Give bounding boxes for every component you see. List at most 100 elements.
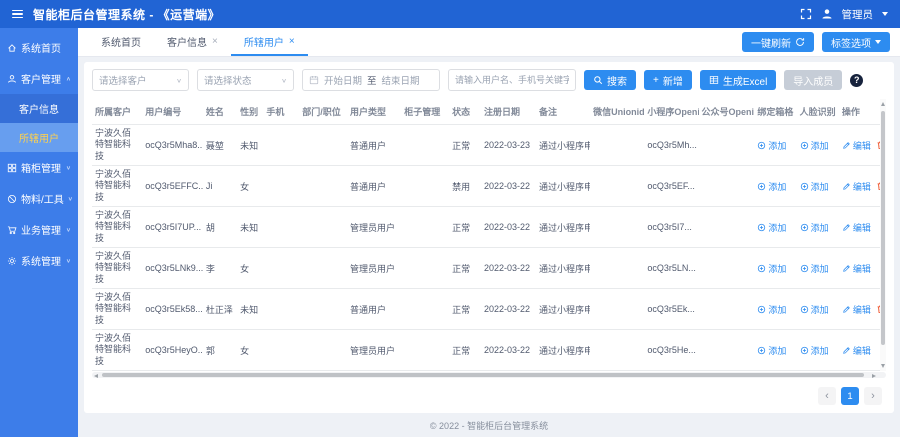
- help-icon[interactable]: ?: [850, 73, 864, 87]
- circle-plus-icon: [757, 305, 766, 314]
- cell-cabinet: [401, 247, 450, 289]
- add-face-link[interactable]: 添加: [800, 303, 829, 316]
- edit-link[interactable]: 编辑: [842, 180, 871, 193]
- column-header: 绑定箱格: [754, 99, 797, 125]
- cell-mp_openid: ocQ3r5Mh...: [644, 124, 699, 166]
- user-caret-icon[interactable]: [882, 12, 888, 16]
- add-face-link[interactable]: 添加: [800, 344, 829, 357]
- sidebar-item-business[interactable]: 业务管理 ∨: [0, 214, 78, 245]
- sidebar-subitem-managed-users[interactable]: 所辖用户: [0, 123, 78, 152]
- scroll-down-icon[interactable]: [881, 364, 885, 368]
- cell-unionid: [590, 288, 645, 330]
- refresh-button[interactable]: 一键刷新: [742, 32, 814, 52]
- cell-operations: 编辑: [838, 329, 886, 371]
- add-box-link[interactable]: 添加: [757, 344, 786, 357]
- chevron-down-icon: ∨: [65, 227, 71, 233]
- edit-link[interactable]: 编辑: [842, 139, 871, 152]
- sidebar-item-customer[interactable]: 客户管理 ∧: [0, 63, 78, 94]
- tab-close-icon[interactable]: ×: [289, 36, 295, 47]
- status-select[interactable]: 请选择状态 ∨: [197, 69, 294, 91]
- cell-operations: 编辑: [838, 288, 886, 330]
- date-range-picker[interactable]: 开始日期 至 结束日期: [302, 69, 440, 91]
- user-icon: [7, 74, 17, 84]
- search-button[interactable]: 搜索: [584, 70, 636, 90]
- sidebar-subitem-customer-info[interactable]: 客户信息: [0, 94, 78, 123]
- cell-dept: [299, 124, 348, 166]
- edit-link[interactable]: 编辑: [842, 344, 871, 357]
- cell-user_no: ocQ3r5LNk9...: [142, 247, 203, 289]
- edit-link[interactable]: 编辑: [842, 221, 871, 234]
- cell-bind-box: 添加: [754, 206, 797, 248]
- add-box-link[interactable]: 添加: [757, 221, 786, 234]
- tab-close-icon[interactable]: ×: [212, 36, 218, 47]
- next-page-button[interactable]: ›: [864, 387, 882, 405]
- sidebar-subitem-label: 所辖用户: [19, 134, 59, 145]
- cell-customer: 宁波久佰特智能科技: [92, 247, 143, 289]
- chevron-down-icon: ∨: [67, 196, 73, 202]
- scroll-left-icon[interactable]: [94, 373, 98, 378]
- tab-managed-users[interactable]: 所辖用户 ×: [230, 28, 308, 56]
- chevron-down-icon: ∨: [176, 76, 182, 84]
- scroll-right-icon[interactable]: [872, 373, 876, 378]
- add-face-label: 添加: [810, 140, 829, 151]
- add-box-link[interactable]: 添加: [757, 180, 786, 193]
- sidebar-item-home[interactable]: 系统首页: [0, 32, 78, 63]
- copyright-text: © 2022 - 智能柜后台管理系统: [429, 420, 549, 431]
- add-face-label: 添加: [810, 345, 829, 356]
- sidebar-item-material[interactable]: 物料/工具 ∨: [0, 183, 78, 214]
- tab-customer-info[interactable]: 客户信息 ×: [154, 28, 231, 56]
- horizontal-scrollbar[interactable]: [92, 372, 886, 378]
- circle-plus-icon: [757, 182, 766, 191]
- cell-phone: [263, 247, 300, 289]
- column-header: 所属客户: [92, 99, 143, 125]
- add-face-link[interactable]: 添加: [800, 221, 829, 234]
- tag-options-button[interactable]: 标签选项: [822, 32, 890, 52]
- vertical-scrollbar-thumb[interactable]: [881, 111, 885, 345]
- cell-name: 李: [202, 247, 238, 289]
- cell-face-recognition: 添加: [796, 165, 839, 207]
- vertical-scrollbar[interactable]: [880, 99, 886, 371]
- circle-plus-icon: [800, 305, 809, 314]
- page-number-current[interactable]: 1: [841, 387, 859, 405]
- add-button[interactable]: + 新增: [644, 70, 692, 90]
- sidebar-item-label: 箱柜管理: [21, 164, 61, 175]
- users-table: 所属客户 用户编号 姓名 性别 手机 部门/职位 用户类型 柜子管理 状态 注册日期 备注 微信Uni…: [92, 99, 886, 371]
- add-face-link[interactable]: 添加: [800, 139, 829, 152]
- edit-link[interactable]: 编辑: [842, 303, 871, 316]
- cell-remark: 通过小程序申...: [535, 206, 591, 248]
- cell-mp_openid: ocQ3r5Ek...: [644, 288, 699, 330]
- cell-gender: 未知: [237, 124, 264, 166]
- cell-phone: [263, 165, 300, 207]
- add-box-link[interactable]: 添加: [757, 303, 786, 316]
- prev-page-button[interactable]: ‹: [818, 387, 836, 405]
- cell-name: 郭: [202, 329, 238, 371]
- generate-excel-label: 生成Excel: [722, 76, 768, 88]
- customer-select[interactable]: 请选择客户 ∨: [92, 69, 189, 91]
- keyword-input[interactable]: [448, 69, 576, 91]
- horizontal-scrollbar-thumb[interactable]: [102, 373, 864, 377]
- cell-phone: [263, 329, 300, 371]
- search-button-label: 搜索: [607, 76, 627, 88]
- add-face-link[interactable]: 添加: [800, 262, 829, 275]
- tab-label: 客户信息: [167, 37, 207, 49]
- scroll-up-icon[interactable]: [881, 102, 885, 106]
- cell-reg_date: 2022-03-23: [480, 124, 536, 166]
- import-members-button[interactable]: 导入成员: [784, 70, 843, 90]
- cell-remark: 通过小程序申...: [535, 165, 591, 207]
- edit-link[interactable]: 编辑: [842, 262, 871, 275]
- cell-bind-box: 添加: [754, 165, 797, 207]
- fullscreen-icon[interactable]: [800, 8, 812, 20]
- edit-label: 编辑: [852, 263, 871, 274]
- add-box-link[interactable]: 添加: [757, 139, 786, 152]
- column-header: 微信Unionid: [590, 99, 645, 125]
- column-header: 用户类型: [347, 99, 402, 125]
- add-box-link[interactable]: 添加: [757, 262, 786, 275]
- generate-excel-button[interactable]: 生成Excel: [699, 70, 777, 90]
- menu-toggle-icon[interactable]: [12, 9, 23, 19]
- sidebar-item-system[interactable]: 系统管理 ∨: [0, 245, 78, 276]
- cell-oa_openid: [698, 288, 755, 330]
- sidebar-item-cabinet[interactable]: 箱柜管理 ∨: [0, 152, 78, 183]
- add-face-link[interactable]: 添加: [800, 180, 829, 193]
- tab-home[interactable]: 系统首页: [88, 28, 154, 56]
- username[interactable]: 管理员: [842, 7, 874, 22]
